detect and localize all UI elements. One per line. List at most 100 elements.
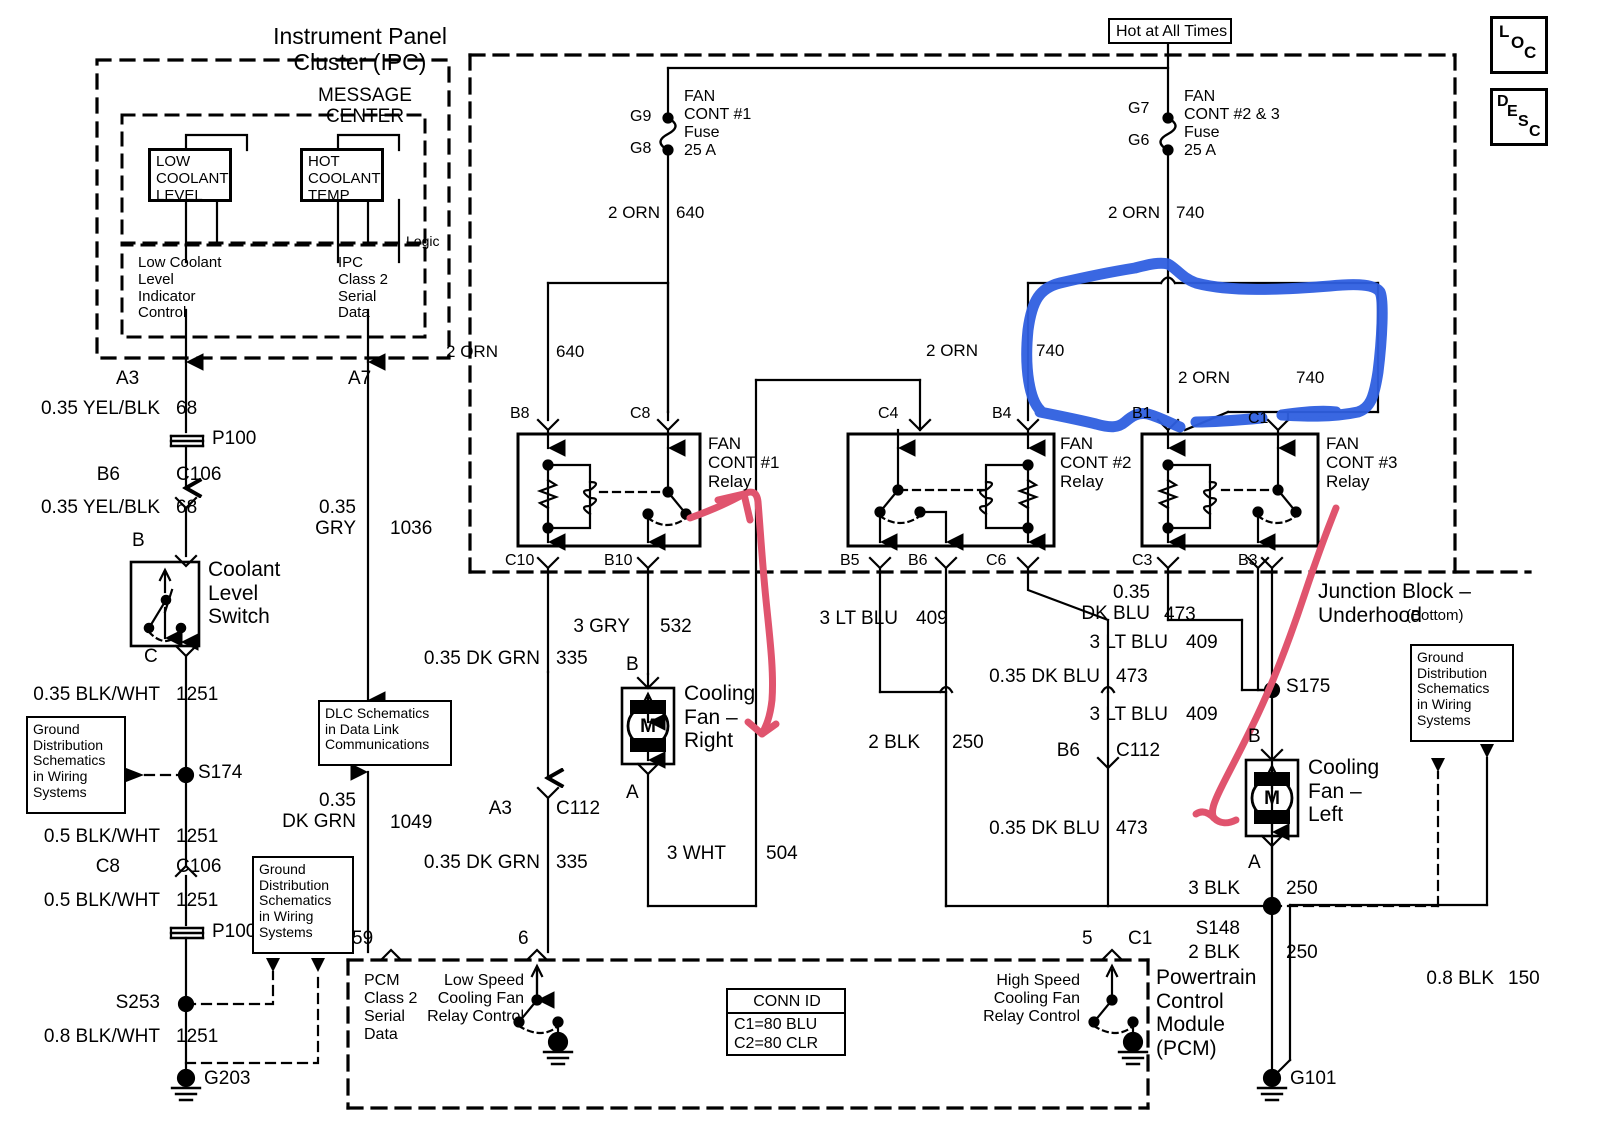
wire-740-b-circuit: 740 [1036, 341, 1065, 360]
junction-block-sub: (Bottom) [1406, 607, 1464, 624]
wire-250-a-circuit: 250 [952, 732, 984, 753]
wire-1251-d-color: 0.8 BLK/WHT [43, 1026, 160, 1047]
wire-640-a-circuit: 640 [676, 203, 705, 222]
ref-ground-distribution-2[interactable]: Ground Distribution Schematics in Wiring… [252, 856, 354, 954]
pcm-low-speed-label: Low Speed Cooling Fan Relay Control [427, 972, 524, 1025]
wire-1251-c-circuit: 1251 [176, 890, 219, 911]
relay2-pin-c6: C6 [986, 552, 1007, 569]
wire-740-c-circuit: 740 [1296, 368, 1325, 387]
wire-335-a-circuit: 335 [556, 648, 588, 669]
wire-250-b-color: 3 BLK [1188, 878, 1240, 899]
fan-right-terminal-a: A [626, 782, 639, 803]
connector-b6-c112: B6 [1056, 740, 1080, 761]
wire-473-c-color: 0.35 DK BLU [989, 818, 1100, 839]
ground-g203: G203 [204, 1068, 251, 1089]
wire-473-c-circuit: 473 [1116, 818, 1148, 839]
wire-473-a-color: 0.35 DK BLU [1081, 582, 1150, 625]
relay3-label: FAN CONT #3 Relay [1326, 434, 1398, 492]
relay3-pin-c1: C1 [1248, 410, 1269, 427]
pcm-pin-6: 6 [518, 928, 529, 949]
relay3-pin-b1: B1 [1132, 405, 1152, 422]
message-center-label: MESSAGE CENTER [318, 85, 412, 128]
connector-a7-top: A7 [348, 368, 372, 389]
wire-740-c-color: 2 ORN [1178, 368, 1230, 387]
wire-1036-color: 0.35 GRY [315, 497, 356, 540]
wire-250-c-circuit: 250 [1286, 942, 1318, 963]
desc-button[interactable]: D E S C [1490, 88, 1548, 146]
wire-473-b-circuit: 473 [1116, 666, 1148, 687]
pcm-pin-59: 59 [352, 928, 374, 949]
terminal-c-switch: C [144, 646, 158, 667]
wire-409-a-circuit: 409 [916, 608, 948, 629]
fan-right-terminal-b: B [626, 654, 639, 675]
pcm-pin-5: 5 [1082, 928, 1093, 949]
hot-coolant-temp-indicator: HOT COOLANT TEMP [300, 148, 384, 204]
wire-150-color: 0.8 BLK [1426, 968, 1494, 989]
wire-1049-color: 0.35 DK GRN [282, 790, 356, 833]
terminal-b-switch: B [132, 530, 145, 551]
hot-at-all-times-box: Hot at All Times [1108, 18, 1232, 44]
wire-532-color: 3 GRY [573, 616, 630, 637]
conn-id-title: CONN ID [753, 993, 821, 1010]
ref-dlc-schematics[interactable]: DLC Schematics in Data Link Communicatio… [318, 700, 452, 766]
wire-68-a-color: 0.35 YEL/BLK [40, 398, 160, 419]
ipc-serial-data-label: IPC Class 2 Serial Data [338, 254, 389, 322]
wire-409-c-circuit: 409 [1186, 704, 1218, 725]
connector-c112-2: C112 [1116, 740, 1161, 761]
wire-504-color: 3 WHT [666, 843, 726, 864]
wire-409-a-color: 3 LT BLU [819, 608, 898, 629]
conn-id-row-c2: C2=80 CLR [734, 1035, 819, 1052]
motor-glyph-left: M [1264, 788, 1280, 809]
ref-ground-distribution-1-text: Ground Distribution Schematics in Wiring… [33, 721, 106, 800]
wire-335-a-color: 0.35 DK GRN [423, 648, 540, 669]
cooling-fan-left-label: Cooling Fan – Left [1308, 756, 1380, 827]
wire-409-c-color: 3 LT BLU [1089, 704, 1168, 725]
conn-id-header: CONN ID [726, 988, 846, 1014]
ref-ground-distribution-2-text: Ground Distribution Schematics in Wiring… [259, 861, 332, 940]
ref-ground-distribution-3-text: Ground Distribution Schematics in Wiring… [1417, 649, 1490, 728]
wire-1251-b-circuit: 1251 [176, 826, 219, 847]
connector-c106-2: C106 [176, 856, 222, 877]
wiring-diagram-sheet: L O C D E S C Instrument Panel Cluster (… [0, 0, 1600, 1122]
ref-ground-distribution-1[interactable]: Ground Distribution Schematics in Wiring… [26, 716, 126, 814]
low-coolant-level-label: LOW COOLANT LEVEL [156, 153, 229, 204]
wire-68-b-color: 0.35 YEL/BLK [40, 497, 160, 518]
wire-250-b-circuit: 250 [1286, 878, 1318, 899]
connector-a3-c112: A3 [488, 798, 512, 819]
ref-dlc-schematics-text: DLC Schematics in Data Link Communicatio… [325, 705, 430, 753]
splice-s253: S253 [115, 992, 160, 1013]
wire-740-a-circuit: 740 [1176, 203, 1205, 222]
relay1-pin-c8: C8 [630, 405, 651, 422]
hot-at-all-times-label: Hot at All Times [1116, 23, 1228, 40]
relay2-pin-b4: B4 [992, 405, 1012, 422]
fan-left-terminal-a: A [1248, 852, 1261, 873]
connector-c112-1: C112 [556, 798, 601, 819]
low-coolant-level-indicator: LOW COOLANT LEVEL [148, 148, 232, 204]
connector-b6: B6 [96, 464, 120, 485]
wire-335-b-color: 0.35 DK GRN [423, 852, 540, 873]
wire-1049-circuit: 1049 [390, 812, 433, 833]
wire-68-b-circuit: 68 [176, 497, 198, 518]
relay1-pin-b8: B8 [510, 405, 530, 422]
wire-68-a-circuit: 68 [176, 398, 198, 419]
wire-640-b-circuit: 640 [556, 342, 585, 361]
wire-335-b-circuit: 335 [556, 852, 588, 873]
connector-c106-1: C106 [176, 464, 222, 485]
wire-250-a-color: 2 BLK [868, 732, 920, 753]
relay2-pin-b6: B6 [908, 552, 928, 569]
ref-ground-distribution-3[interactable]: Ground Distribution Schematics in Wiring… [1410, 644, 1514, 742]
pcm-high-speed-label: High Speed Cooling Fan Relay Control [983, 972, 1080, 1025]
loc-char-o: O [1511, 33, 1525, 52]
desc-char-e: E [1507, 103, 1518, 120]
wire-409-b-circuit: 409 [1186, 632, 1218, 653]
desc-char-s: S [1518, 113, 1529, 130]
loc-button[interactable]: L O C [1490, 16, 1548, 74]
relay3-pin-c3: C3 [1132, 552, 1153, 569]
wire-740-b-color: 2 ORN [926, 341, 978, 360]
coolant-level-switch-label: Coolant Level Switch [208, 558, 281, 629]
wire-473-b-color: 0.35 DK BLU [989, 666, 1100, 687]
splice-s175: S175 [1286, 676, 1331, 697]
wire-150-circuit: 150 [1508, 968, 1540, 989]
wire-640-a-color: 2 ORN [608, 203, 660, 222]
conn-id-row-c1: C1=80 BLU [734, 1016, 818, 1033]
